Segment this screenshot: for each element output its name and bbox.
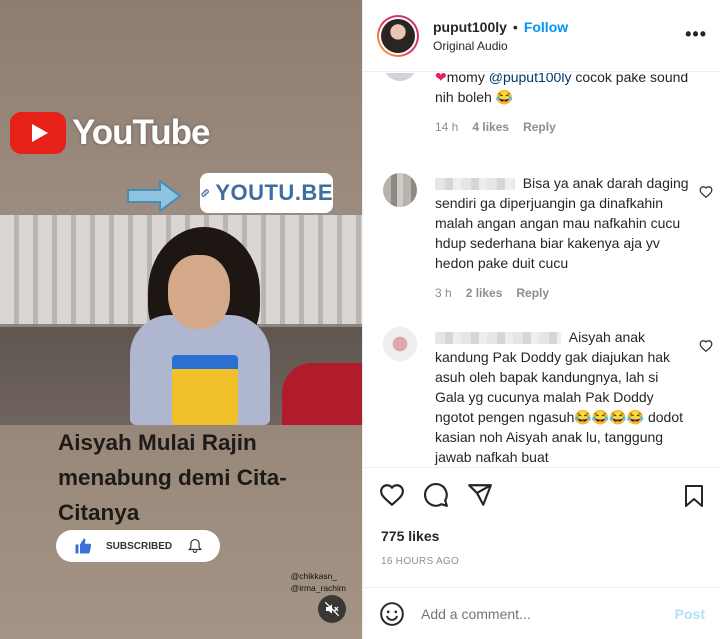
comment-text: ❤momy @puput100ly cocok pake sound nih b… — [435, 73, 691, 107]
comment-meta: 3 h 2 likes Reply — [435, 286, 713, 300]
comment-input[interactable] — [421, 606, 675, 622]
arrow-right-icon — [127, 179, 182, 213]
youtube-wordmark: YouTube — [72, 113, 211, 152]
comment-avatar[interactable] — [383, 73, 417, 81]
video-frame — [0, 215, 362, 425]
video-player[interactable]: YouTube YOUTU.BE Aisyah Mulai Rajin mena… — [0, 0, 362, 639]
post-panel: puput100ly • Follow Original Audio ••• ❤… — [362, 0, 720, 639]
audio-link[interactable]: Original Audio — [433, 39, 568, 53]
comment-username-blurred[interactable] — [435, 178, 515, 191]
subscribe-label: SUBSCRIBED — [106, 540, 173, 552]
heart-icon[interactable] — [379, 482, 405, 508]
credit-line-1: @chikkasn_ — [290, 571, 338, 581]
reply-button[interactable]: Reply — [516, 286, 549, 300]
follow-button[interactable]: Follow — [524, 19, 568, 35]
comment-time: 3 h — [435, 286, 452, 300]
comment-avatar[interactable] — [383, 173, 417, 207]
youtube-logo: YouTube — [10, 112, 211, 154]
bell-icon — [188, 538, 203, 553]
comment-likes[interactable]: 4 likes — [472, 120, 509, 134]
comment-text-part: momy — [446, 73, 489, 85]
avatar[interactable] — [377, 14, 419, 57]
post-header: puput100ly • Follow Original Audio ••• — [363, 0, 720, 72]
post-actions: 775 likes 16 HOURS AGO Post — [363, 467, 720, 639]
youtube-link-badge: YOUTU.BE — [200, 173, 333, 213]
comment-text: Bisa ya anak darah daging sendiri ga dip… — [435, 173, 691, 273]
avatar-image — [381, 18, 415, 53]
comments-list[interactable]: ❤momy @puput100ly cocok pake sound nih b… — [363, 73, 720, 467]
heart-emoji: ❤ — [435, 73, 447, 85]
comment-item: Bisa ya anak darah daging sendiri ga dip… — [383, 173, 713, 300]
comment-text-content: Aisyah anak kandung Pak Doddy gak diajuk… — [435, 329, 684, 465]
comment-icon[interactable] — [423, 482, 449, 508]
share-icon[interactable] — [467, 482, 493, 508]
subscribe-pill: SUBSCRIBED — [56, 530, 220, 562]
mention-link[interactable]: @puput100ly — [489, 73, 572, 85]
emoji-icon[interactable] — [379, 601, 405, 627]
comment-time: 14 h — [435, 120, 459, 134]
post-timestamp[interactable]: 16 HOURS AGO — [381, 556, 459, 567]
add-comment-row: Post — [363, 587, 720, 639]
separator-dot: • — [512, 18, 518, 35]
more-horizontal-icon: ••• — [685, 24, 707, 44]
red-cushion — [282, 363, 362, 425]
piggy-bank — [172, 355, 238, 425]
comment-text: Aisyah anak kandung Pak Doddy gak diajuk… — [435, 327, 691, 467]
child-face — [168, 255, 230, 329]
comment-item: Aisyah anak kandung Pak Doddy gak diajuk… — [383, 327, 713, 467]
youtube-play-icon — [10, 112, 66, 154]
mute-button[interactable] — [318, 595, 346, 623]
heart-outline-icon[interactable] — [699, 185, 713, 199]
credit-line-2: @irma_rachim — [290, 583, 346, 593]
reply-button[interactable]: Reply — [523, 120, 556, 134]
post-button[interactable]: Post — [675, 606, 705, 622]
thumbs-up-icon — [75, 538, 92, 554]
bookmark-icon[interactable] — [683, 484, 705, 508]
comment-username-blurred[interactable] — [435, 332, 561, 345]
link-icon — [201, 189, 209, 197]
video-credit: @chikkasn_ @irma_rachim — [291, 570, 346, 594]
username-link[interactable]: puput100ly — [433, 19, 507, 35]
more-options-button[interactable]: ••• — [685, 24, 707, 45]
youtube-link-text: YOUTU.BE — [215, 180, 333, 205]
speaker-muted-icon — [324, 601, 340, 617]
video-caption: Aisyah Mulai Rajin menabung demi Cita-Ci… — [58, 430, 287, 525]
comment-meta: 14 h 4 likes Reply — [435, 120, 713, 134]
heart-outline-icon[interactable] — [699, 339, 713, 353]
likes-count[interactable]: 775 likes — [381, 528, 439, 544]
comment-item: ❤momy @puput100ly cocok pake sound nih b… — [383, 73, 713, 134]
comment-likes[interactable]: 2 likes — [466, 286, 503, 300]
comment-avatar[interactable] — [383, 327, 417, 361]
